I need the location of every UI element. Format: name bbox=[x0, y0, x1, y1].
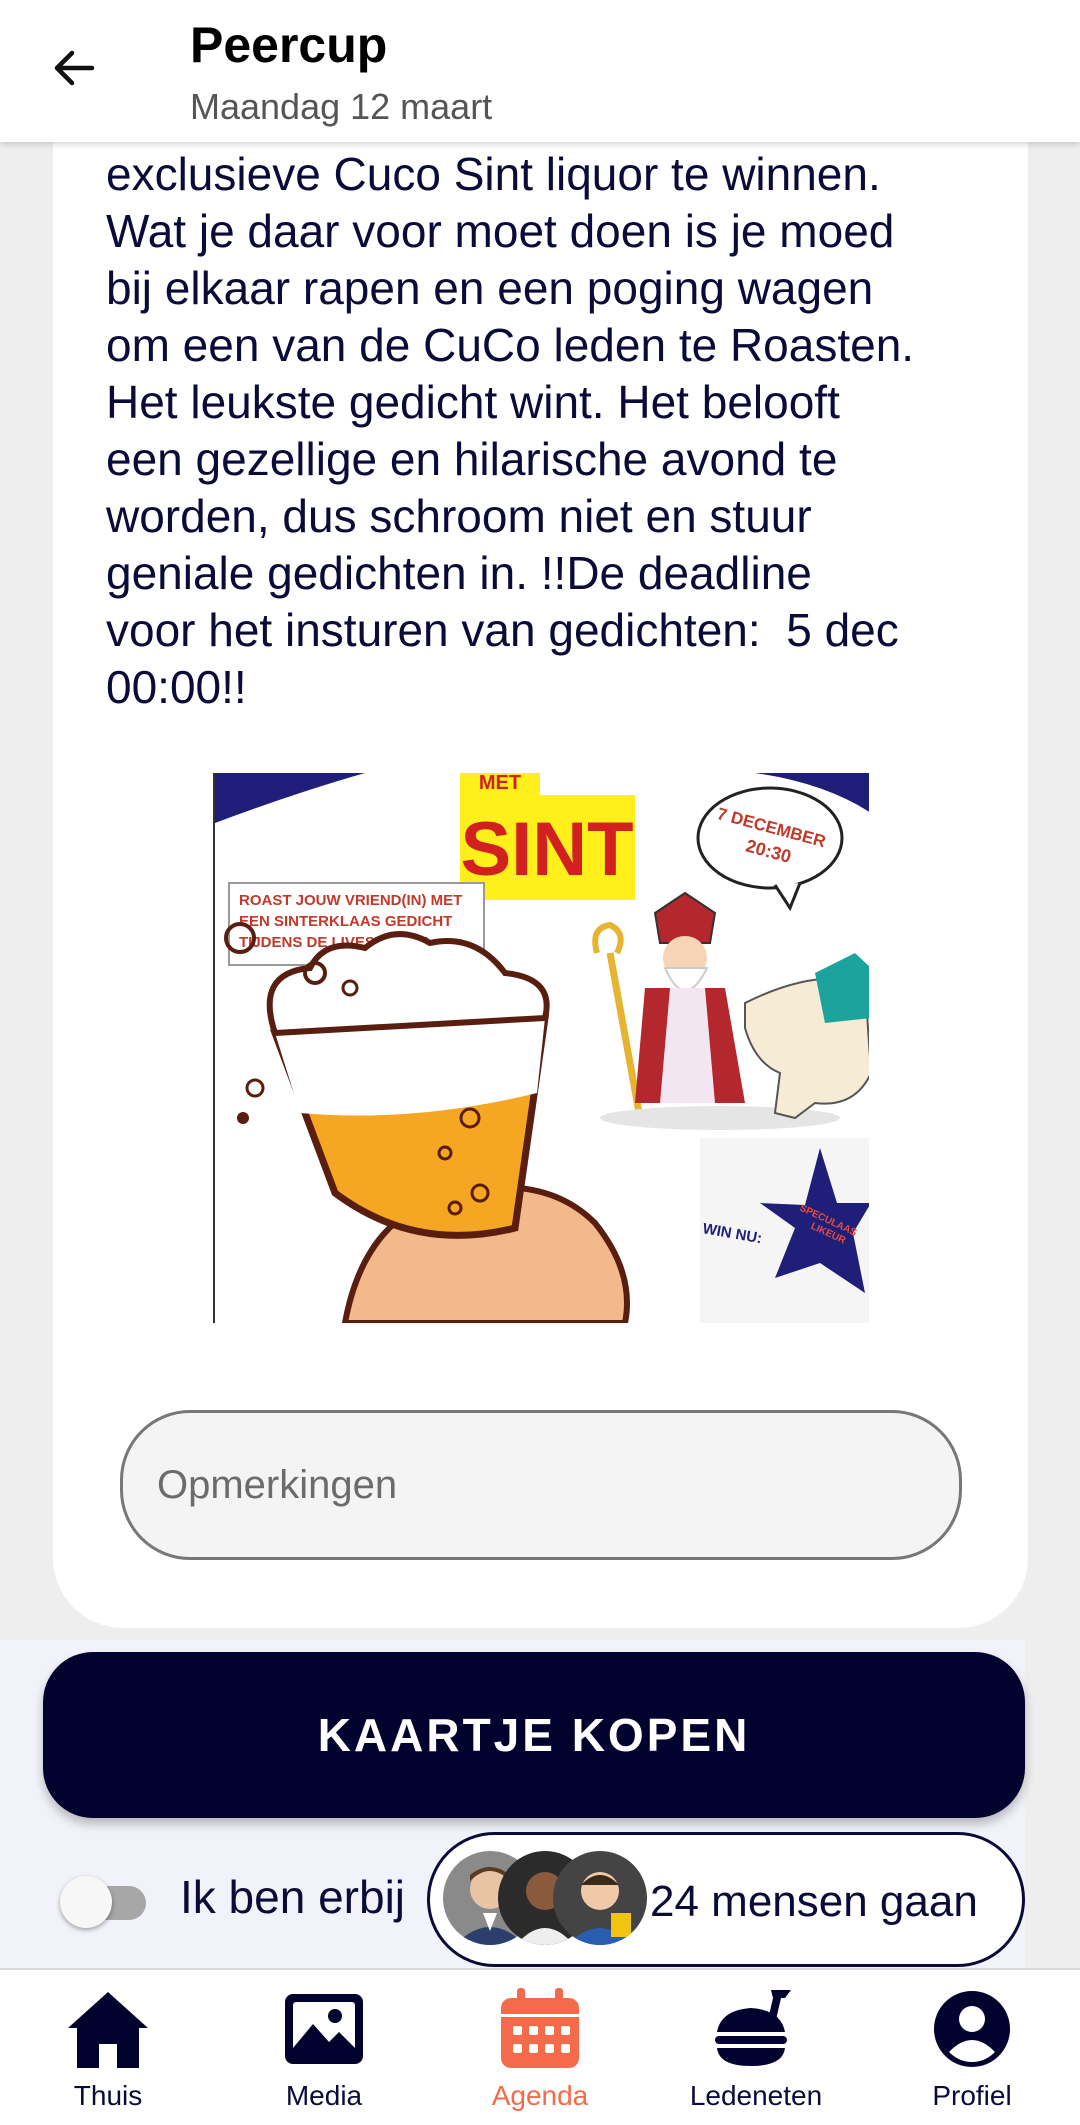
attendees-button[interactable]: 24 mensen gaan bbox=[427, 1832, 1025, 1967]
image-icon bbox=[285, 1994, 363, 2064]
bottom-navigation: Thuis Media Agenda Ledeneten Profiel bbox=[0, 1968, 1080, 2125]
nav-label: Ledeneten bbox=[689, 2080, 823, 2111]
event-date: Maandag 12 maart bbox=[190, 86, 493, 127]
poster-top-word: MET bbox=[479, 773, 521, 794]
nav-item-thuis[interactable]: Thuis bbox=[18, 1970, 198, 2125]
food-icon bbox=[715, 1990, 791, 2066]
avatar-photo bbox=[553, 1851, 647, 1945]
calendar-icon bbox=[501, 1988, 579, 2068]
toggle-knob bbox=[60, 1876, 112, 1928]
app-header: Peercup Maandag 12 maart bbox=[0, 0, 1080, 142]
home-icon bbox=[68, 1992, 148, 2068]
poster-sint-text: SINT bbox=[460, 807, 633, 892]
nav-label: Agenda bbox=[491, 2080, 589, 2111]
nav-item-agenda[interactable]: Agenda bbox=[450, 1970, 630, 2125]
avatar bbox=[553, 1851, 647, 1945]
remarks-input[interactable] bbox=[120, 1410, 962, 1560]
attend-toggle[interactable] bbox=[60, 1876, 146, 1928]
nav-label: Thuis bbox=[73, 2080, 143, 2111]
nav-label: Profiel bbox=[932, 2080, 1012, 2111]
event-card: exclusieve Cuco Sint liquor te winnen. W… bbox=[53, 100, 1028, 1628]
attendees-count-text: 24 mensen gaan bbox=[650, 1877, 978, 1926]
nav-item-ledeneten[interactable]: Ledeneten bbox=[666, 1970, 846, 2125]
buy-ticket-button[interactable]: KAARTJE KOPEN bbox=[43, 1652, 1025, 1818]
page-title: Peercup bbox=[190, 17, 388, 73]
attend-label: Ik ben erbij bbox=[180, 1871, 406, 1923]
profile-icon bbox=[934, 1991, 1010, 2067]
nav-item-media[interactable]: Media bbox=[234, 1970, 414, 2125]
nav-item-profiel[interactable]: Profiel bbox=[882, 1970, 1062, 2125]
back-button[interactable] bbox=[44, 38, 104, 98]
poster-roast-line2: EEN SINTERKLAAS GEDICHT bbox=[239, 913, 452, 930]
event-description: exclusieve Cuco Sint liquor te winnen. W… bbox=[106, 148, 915, 713]
poster-artwork: MET SINT 7 DECEMBER 20:30 ROAST JOUW VRI… bbox=[215, 773, 869, 1323]
nav-label: Media bbox=[285, 2080, 363, 2111]
poster-roast-line1: ROAST JOUW VRIEND(IN) MET bbox=[239, 892, 462, 909]
arrow-left-icon bbox=[54, 50, 95, 86]
event-poster: MET SINT 7 DECEMBER 20:30 ROAST JOUW VRI… bbox=[213, 773, 869, 1323]
